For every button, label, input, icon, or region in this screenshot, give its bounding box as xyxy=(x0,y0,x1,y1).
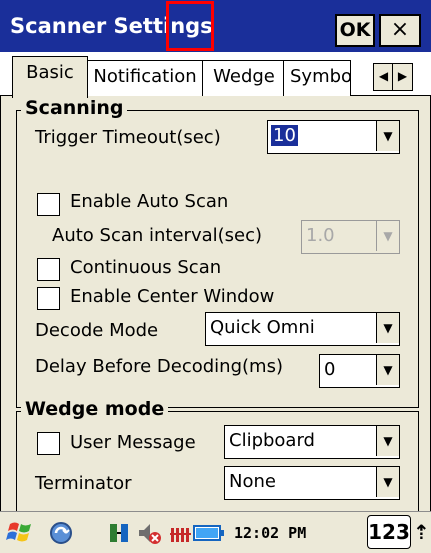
continuous-scan-label: Continuous Scan xyxy=(70,257,222,278)
connectivity-icon[interactable] xyxy=(108,521,132,545)
terminator-select[interactable]: None ▼ xyxy=(224,466,400,500)
sync-icon[interactable] xyxy=(48,520,74,546)
chevron-down-icon[interactable]: ▼ xyxy=(376,313,399,343)
taskbar: 12:02 PM 123 ⇡ xyxy=(0,511,431,553)
enable-auto-scan-checkbox[interactable] xyxy=(37,193,60,216)
chevron-down-icon[interactable]: ▼ xyxy=(376,355,399,385)
user-message-label: User Message xyxy=(70,432,196,453)
settings-panel: Scanning Trigger Timeout(sec) 10 ▼ Enabl… xyxy=(0,96,431,532)
ok-button[interactable]: OK xyxy=(335,14,375,47)
tab-symbology[interactable]: Symbo xyxy=(283,60,351,97)
tab-basic[interactable]: Basic xyxy=(12,56,88,98)
chevron-down-icon[interactable]: ▼ xyxy=(376,426,399,456)
signal-strength-icon[interactable] xyxy=(170,522,192,544)
user-message-checkbox[interactable] xyxy=(37,432,60,455)
volume-muted-icon[interactable] xyxy=(136,520,162,546)
decode-mode-select[interactable]: Quick Omni ▼ xyxy=(205,312,400,346)
tab-notification[interactable]: Notification xyxy=(85,60,205,97)
delay-before-decoding-label: Delay Before Decoding(ms) xyxy=(35,356,283,377)
decode-mode-label: Decode Mode xyxy=(35,320,159,341)
enable-center-window-label: Enable Center Window xyxy=(70,286,275,307)
continuous-scan-checkbox[interactable] xyxy=(37,258,60,281)
clock[interactable]: 12:02 PM xyxy=(234,519,306,547)
trigger-timeout-label: Trigger Timeout(sec) xyxy=(35,127,221,148)
input-panel-arrow-icon[interactable]: ⇡ xyxy=(413,520,430,544)
scanning-group-title: Scanning xyxy=(21,97,128,119)
tab-strip: Basic Notification Wedge Symbo ◀ ▶ xyxy=(0,52,431,98)
keyboard-input-button[interactable]: 123 xyxy=(367,515,411,549)
trigger-timeout-select[interactable]: 10 ▼ xyxy=(267,120,400,154)
user-message-select[interactable]: Clipboard ▼ xyxy=(224,425,400,459)
close-button[interactable]: × xyxy=(379,14,421,47)
tab-scroll-right-icon[interactable]: ▶ xyxy=(392,63,413,91)
chevron-down-icon[interactable]: ▼ xyxy=(376,467,399,497)
highlight-box xyxy=(166,1,214,51)
tab-scroll-left-icon[interactable]: ◀ xyxy=(373,63,394,91)
chevron-down-icon[interactable]: ▼ xyxy=(376,121,399,151)
auto-scan-interval-value: 1.0 xyxy=(306,225,335,246)
wedge-mode-group-title: Wedge mode xyxy=(21,398,169,420)
enable-auto-scan-label: Enable Auto Scan xyxy=(70,191,229,212)
user-message-value: Clipboard xyxy=(229,430,315,451)
battery-icon[interactable] xyxy=(193,523,225,543)
windows-start-icon[interactable] xyxy=(6,518,34,546)
terminator-value: None xyxy=(229,471,276,492)
enable-center-window-checkbox[interactable] xyxy=(37,287,60,310)
auto-scan-interval-select: 1.0 ▼ xyxy=(301,220,400,254)
delay-before-decoding-select[interactable]: 0 ▼ xyxy=(319,354,400,388)
terminator-label: Terminator xyxy=(35,473,132,494)
tab-wedge[interactable]: Wedge xyxy=(202,60,286,97)
delay-before-decoding-value: 0 xyxy=(324,359,336,380)
chevron-down-icon: ▼ xyxy=(376,221,399,251)
decode-mode-value: Quick Omni xyxy=(210,317,315,338)
auto-scan-interval-label: Auto Scan interval(sec) xyxy=(52,225,263,246)
trigger-timeout-value: 10 xyxy=(271,125,298,146)
